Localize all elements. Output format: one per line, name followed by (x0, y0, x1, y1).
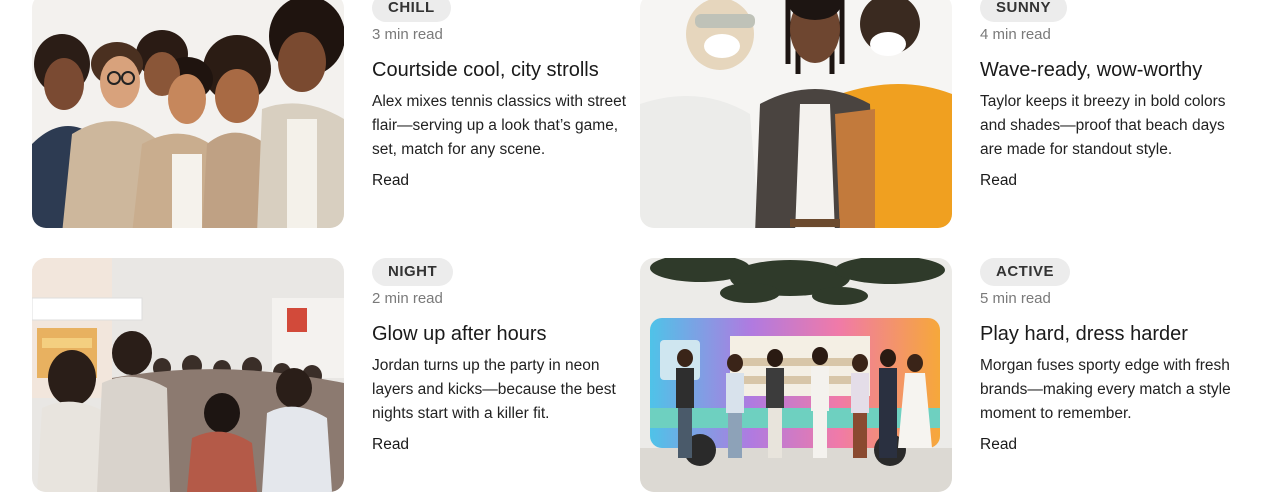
article-description: Jordan turns up the party in neon layers… (372, 357, 616, 422)
article-description: Morgan fuses sporty edge with fresh bran… (980, 357, 1231, 422)
article-card-active[interactable]: ACTIVE 5 min read Play hard, dress harde… (640, 258, 1240, 492)
article-title[interactable]: Glow up after hours (372, 322, 632, 346)
photo-street-style (640, 0, 952, 228)
category-tag: ACTIVE (980, 258, 1071, 286)
article-body: CHILL 3 min read Courtside cool, city st… (372, 0, 632, 228)
read-time: 3 min read (372, 26, 443, 43)
read-link[interactable]: Read (372, 435, 409, 455)
category-tag: NIGHT (372, 258, 454, 286)
article-body: SUNNY 4 min read Wave-ready, wow-worthy … (980, 0, 1240, 228)
article-card-sunny[interactable]: SUNNY 4 min read Wave-ready, wow-worthy … (640, 0, 1240, 228)
article-description: Alex mixes tennis classics with street f… (372, 93, 627, 158)
article-image-street-style[interactable] (640, 0, 952, 228)
article-image-food-market-crowd[interactable] (32, 258, 344, 492)
article-body: NIGHT 2 min read Glow up after hours Jor… (372, 258, 632, 492)
read-time: 4 min read (980, 26, 1051, 43)
article-card-night[interactable]: NIGHT 2 min read Glow up after hours Jor… (32, 258, 632, 492)
read-link[interactable]: Read (980, 435, 1017, 455)
read-time: 2 min read (372, 290, 443, 307)
read-link[interactable]: Read (372, 171, 409, 191)
article-body: ACTIVE 5 min read Play hard, dress harde… (980, 258, 1240, 492)
category-tag: SUNNY (980, 0, 1068, 22)
read-time: 5 min read (980, 290, 1051, 307)
category-tag: CHILL (372, 0, 451, 22)
read-link[interactable]: Read (980, 171, 1017, 191)
photo-group-friends (32, 0, 344, 228)
photo-food-market-crowd (32, 258, 344, 492)
article-title[interactable]: Play hard, dress harder (980, 322, 1240, 346)
article-image-food-truck[interactable] (640, 258, 952, 492)
article-title[interactable]: Courtside cool, city strolls (372, 58, 632, 82)
photo-food-truck (640, 258, 952, 492)
article-image-group-friends[interactable] (32, 0, 344, 228)
article-title[interactable]: Wave-ready, wow-worthy (980, 58, 1240, 82)
article-card-chill[interactable]: CHILL 3 min read Courtside cool, city st… (32, 0, 632, 228)
article-description: Taylor keeps it breezy in bold colors an… (980, 93, 1226, 158)
